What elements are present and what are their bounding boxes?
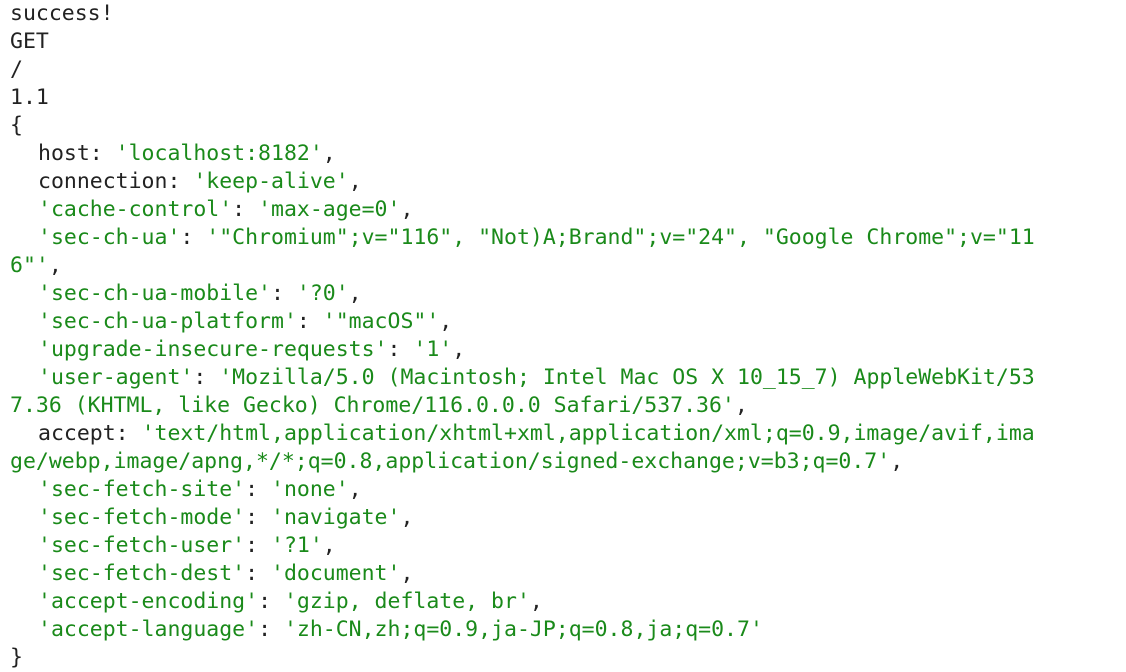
header-row-sec-fetch-mode: 'sec-fetch-mode': 'navigate', [38,505,414,530]
header-value: '"macOS"' [322,309,440,334]
header-row-sec-fetch-dest: 'sec-fetch-dest': 'document', [38,561,414,586]
header-row-user-agent-wrap: 7.36 (KHTML, like Gecko) Chrome/116.0.0.… [10,393,748,418]
header-row-sec-fetch-user: 'sec-fetch-user': '?1', [38,533,336,558]
header-value: '?0' [296,281,349,306]
http-version: 1.1 [10,85,49,110]
header-key: host [38,141,90,166]
header-key: 'cache-control' [38,197,233,222]
header-key: 'upgrade-insecure-requests' [38,337,388,362]
header-key: 'user-agent' [38,365,194,390]
header-row-accept: accept: 'text/html,application/xhtml+xml… [38,421,1035,446]
header-value: 'max-age=0' [258,197,401,222]
header-key: 'sec-ch-ua-mobile' [38,281,271,306]
header-value: 'keep-alive' [193,169,349,194]
header-value: '1' [413,337,453,362]
header-key: connection [38,169,168,194]
status-text: success! [10,1,114,26]
header-value: 'document' [271,561,401,586]
header-value: 'text/html,application/xhtml+xml,applica… [141,421,1035,446]
header-row-sec-ch-ua-mobile: 'sec-ch-ua-mobile': '?0', [38,281,362,306]
header-value: '"Chromium";v="116", "Not)A;Brand";v="24… [206,225,1035,250]
header-value: '?1' [271,533,323,558]
header-key: 'sec-fetch-dest' [38,561,246,586]
header-value: 'gzip, deflate, br' [283,589,530,614]
header-row-sec-ch-ua-platform: 'sec-ch-ua-platform': '"macOS"', [38,309,453,334]
header-value: 'Mozilla/5.0 (Macintosh; Intel Mac OS X … [219,365,1035,390]
header-value: 'navigate' [271,505,401,530]
header-row-host: host: 'localhost:8182', [38,141,336,166]
header-key: 'sec-fetch-site' [38,477,246,502]
request-method: GET [10,29,49,54]
header-key: 'accept-encoding' [38,589,259,614]
header-key: 'accept-language' [38,617,259,642]
header-row-sec-ch-ua-wrap: 6"', [10,253,62,278]
open-brace: { [10,113,23,138]
header-value-continued: ge/webp,image/apng,*/*;q=0.8,application… [10,449,891,474]
header-row-upgrade-insecure-requests: 'upgrade-insecure-requests': '1', [38,337,466,362]
header-key: 'sec-ch-ua-platform' [38,309,297,334]
header-row-accept-language: 'accept-language': 'zh-CN,zh;q=0.9,ja-JP… [38,617,763,642]
header-row-sec-ch-ua: 'sec-ch-ua': '"Chromium";v="116", "Not)A… [38,225,1035,250]
terminal-output: success! GET / 1.1 { host: 'localhost:81… [0,0,1126,670]
header-row-user-agent: 'user-agent': 'Mozilla/5.0 (Macintosh; I… [38,365,1035,390]
header-row-accept-encoding: 'accept-encoding': 'gzip, deflate, br', [38,589,543,614]
header-row-accept-wrap: ge/webp,image/apng,*/*;q=0.8,application… [10,449,904,474]
header-value: 'localhost:8182' [115,141,323,166]
header-key: accept [38,421,116,446]
header-key: 'sec-fetch-user' [38,533,246,558]
header-key: 'sec-fetch-mode' [38,505,246,530]
header-value-continued: 6"' [10,253,49,278]
header-key: 'sec-ch-ua' [38,225,181,250]
request-path: / [10,57,23,82]
header-value-continued: 7.36 (KHTML, like Gecko) Chrome/116.0.0.… [10,393,735,418]
header-row-connection: connection: 'keep-alive', [38,169,362,194]
header-value: 'zh-CN,zh;q=0.9,ja-JP;q=0.8,ja;q=0.7' [283,617,763,642]
header-row-cache-control: 'cache-control': 'max-age=0', [38,197,414,222]
header-value: 'none' [271,477,349,502]
header-row-sec-fetch-site: 'sec-fetch-site': 'none', [38,477,362,502]
